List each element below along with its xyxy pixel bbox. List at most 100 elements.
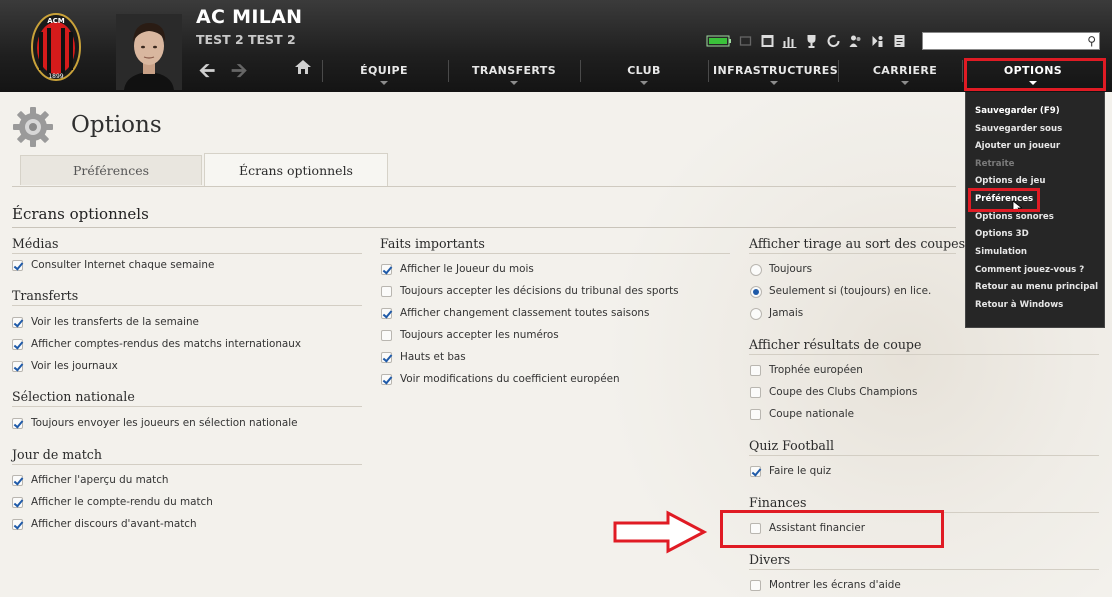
nav-equipe[interactable]: ÉQUIPE	[344, 64, 424, 85]
search-input[interactable]	[923, 38, 1079, 53]
window-icon[interactable]	[737, 33, 754, 49]
option-label: Afficher changement classement toutes sa…	[400, 307, 650, 319]
group-title-resultats-coupe: Afficher résultats de coupe	[749, 337, 922, 352]
option-label: Toujours	[769, 263, 813, 275]
radio-jamais[interactable]	[750, 308, 762, 320]
menu-item-options-de-jeu[interactable]: Options de jeu	[975, 176, 1046, 186]
checkbox-faire-le-quiz[interactable]	[750, 466, 761, 477]
nav-carriere[interactable]: CARRIERE	[862, 64, 948, 85]
battery-icon[interactable]	[706, 33, 732, 49]
status-icon-bar	[706, 32, 908, 50]
chevron-down-icon	[380, 81, 388, 85]
tab-ecrans-optionnels-label: Écrans optionnels	[239, 163, 353, 178]
back-arrow-icon[interactable]: 🡨	[199, 56, 215, 90]
checkbox-journaux[interactable]	[12, 361, 23, 372]
people-icon[interactable]	[847, 33, 864, 49]
trophy-icon[interactable]	[803, 33, 820, 49]
club-name[interactable]: AC MILAN	[196, 6, 302, 28]
group-title-medias: Médias	[12, 236, 59, 251]
search-icon[interactable]: ⚲	[1087, 33, 1096, 49]
option-label: Afficher discours d'avant-match	[31, 518, 197, 530]
menu-item-ajouter-joueur[interactable]: Ajouter un joueur	[975, 141, 1060, 151]
checkbox-joueur-du-mois[interactable]	[381, 264, 392, 275]
top-bar: ACM 1899 AC MILAN TEST 2 TEST 2 ⚲ 🡨 🡪 ÉQ…	[0, 0, 1112, 92]
group-title-quiz: Quiz Football	[749, 438, 835, 453]
checkbox-accepter-numeros[interactable]	[381, 330, 392, 341]
refresh-icon[interactable]	[825, 33, 842, 49]
chevron-down-icon	[510, 81, 518, 85]
document-icon[interactable]	[891, 33, 908, 49]
checkbox-trophee-europeen[interactable]	[750, 365, 761, 376]
tab-preferences-label: Préférences	[72, 163, 150, 178]
checkbox-coupe-clubs-champions[interactable]	[750, 387, 761, 398]
option-label: Afficher le compte-rendu du match	[31, 496, 213, 508]
option-label: Hauts et bas	[400, 351, 466, 363]
checkbox-internet[interactable]	[12, 260, 23, 271]
group-title-finances: Finances	[749, 495, 807, 510]
calendar-icon[interactable]	[759, 33, 776, 49]
option-label: Voir modifications du coefficient europé…	[400, 373, 620, 385]
nav-transferts-label: TRANSFERTS	[471, 64, 557, 77]
menu-item-retraite: Retraite	[975, 159, 1015, 169]
checkbox-changement-classement[interactable]	[381, 308, 392, 319]
menu-item-retour-windows[interactable]: Retour à Windows	[975, 300, 1063, 310]
option-label: Afficher comptes-rendus des matchs inter…	[31, 338, 302, 350]
group-divider	[12, 305, 362, 306]
group-title-tirage: Afficher tirage au sort des coupes	[749, 236, 966, 251]
right-arrow-icon	[613, 510, 708, 554]
group-divider	[12, 406, 362, 407]
group-title-faits-importants: Faits importants	[380, 236, 485, 251]
option-label: Consulter Internet chaque semaine	[31, 259, 215, 271]
nav-transferts[interactable]: TRANSFERTS	[464, 64, 564, 85]
home-icon[interactable]	[294, 58, 312, 76]
checkbox-tribunal-sports[interactable]	[381, 286, 392, 297]
checkbox-hauts-et-bas[interactable]	[381, 352, 392, 363]
tab-divider	[12, 186, 956, 187]
checkbox-ecrans-aide[interactable]	[750, 580, 761, 591]
page-title: Options	[71, 112, 162, 138]
search-field[interactable]: ⚲	[922, 32, 1100, 53]
option-label: Coupe des Clubs Champions	[769, 386, 918, 398]
nav-equipe-label: ÉQUIPE	[360, 64, 408, 77]
manager-name[interactable]: TEST 2 TEST 2	[196, 32, 296, 47]
menu-item-options-3d[interactable]: Options 3D	[975, 229, 1029, 239]
menu-item-retour-menu-principal[interactable]: Retour au menu principal	[975, 282, 1098, 292]
option-label: Toujours accepter les numéros	[400, 329, 559, 341]
chevron-down-icon	[640, 81, 648, 85]
option-label: Coupe nationale	[769, 408, 854, 420]
group-title-transferts: Transferts	[12, 288, 79, 303]
option-label: Trophée européen	[769, 364, 863, 376]
stadium-icon[interactable]	[869, 33, 886, 49]
checkbox-coupe-nationale[interactable]	[750, 409, 761, 420]
checkbox-comptes-rendus-internationaux[interactable]	[12, 339, 23, 350]
option-label: Jamais	[769, 307, 804, 319]
group-divider	[749, 354, 1099, 355]
radio-seulement-si[interactable]	[750, 286, 762, 298]
chart-icon[interactable]	[781, 33, 798, 49]
tab-ecrans-optionnels[interactable]: Écrans optionnels	[204, 153, 388, 187]
radio-toujours[interactable]	[750, 264, 762, 276]
club-crest-icon[interactable]: ACM 1899	[30, 12, 82, 82]
group-divider	[12, 464, 362, 465]
checkbox-selection-nationale[interactable]	[12, 418, 23, 429]
checkbox-transferts-semaine[interactable]	[12, 317, 23, 328]
chevron-down-icon	[770, 81, 778, 85]
menu-item-sauvegarder[interactable]: Sauvegarder (F9)	[975, 106, 1060, 116]
forward-arrow-icon[interactable]: 🡪	[231, 56, 247, 90]
menu-item-sauvegarder-sous[interactable]: Sauvegarder sous	[975, 124, 1062, 134]
tab-preferences[interactable]: Préférences	[20, 155, 202, 185]
menu-item-simulation[interactable]: Simulation	[975, 247, 1027, 257]
group-title-divers: Divers	[749, 552, 791, 567]
nav-infrastructures[interactable]: INFRASTRUCTURES	[713, 64, 838, 85]
checkbox-apercu-match[interactable]	[12, 475, 23, 486]
group-title-jour-match: Jour de match	[12, 447, 102, 462]
group-divider	[749, 455, 1099, 456]
menu-item-comment-jouez-vous[interactable]: Comment jouez-vous ?	[975, 265, 1084, 275]
group-divider	[380, 253, 730, 254]
nav-club[interactable]: CLUB	[604, 64, 684, 85]
checkbox-compte-rendu-match[interactable]	[12, 497, 23, 508]
option-label: Montrer les écrans d'aide	[769, 579, 901, 591]
checkbox-coefficient-europeen[interactable]	[381, 374, 392, 385]
section-divider	[12, 227, 956, 228]
checkbox-discours-avant-match[interactable]	[12, 519, 23, 530]
